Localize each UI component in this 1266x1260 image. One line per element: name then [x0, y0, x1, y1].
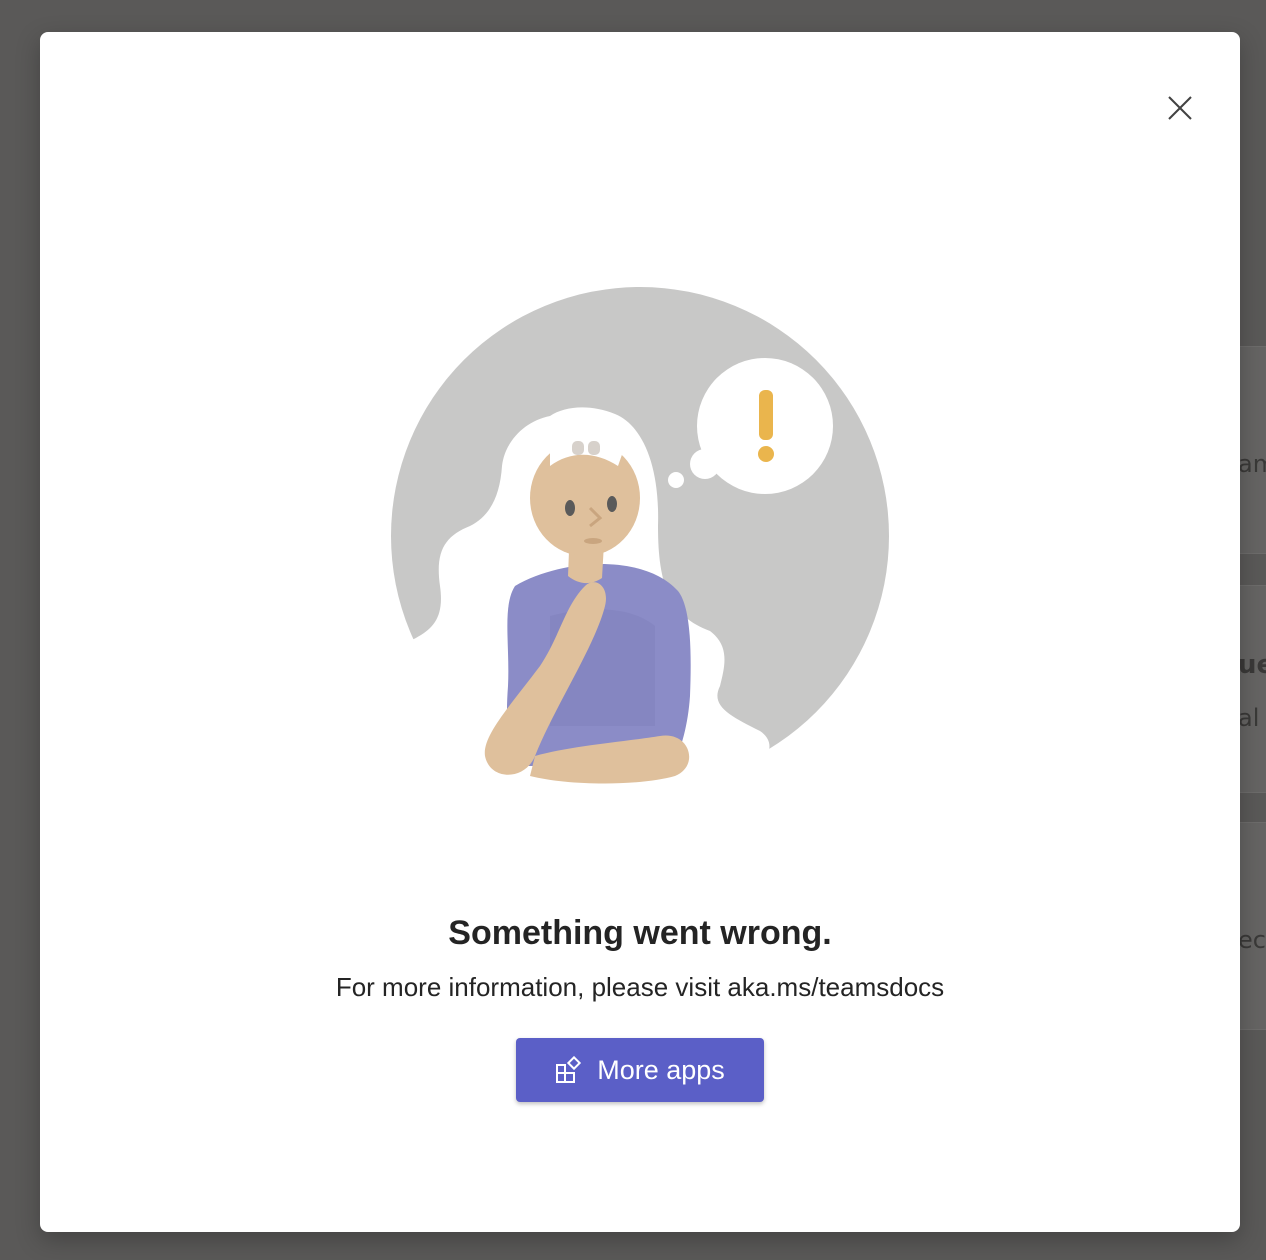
- background-text: eck: [1238, 926, 1266, 954]
- error-title: Something went wrong.: [448, 914, 832, 952]
- background-text: ue: [1238, 650, 1266, 680]
- confused-person-illustration: [391, 287, 889, 786]
- close-button[interactable]: [1160, 88, 1200, 128]
- error-dialog: Something went wrong. For more informati…: [40, 32, 1240, 1232]
- background-text: al: [1238, 704, 1260, 732]
- more-apps-button[interactable]: More apps: [516, 1038, 764, 1102]
- background-text: am: [1238, 450, 1266, 478]
- more-apps-label: More apps: [597, 1054, 725, 1085]
- error-message: For more information, please visit aka.m…: [335, 972, 945, 1002]
- apps-add-icon: [556, 1056, 582, 1083]
- close-icon: [1168, 96, 1192, 120]
